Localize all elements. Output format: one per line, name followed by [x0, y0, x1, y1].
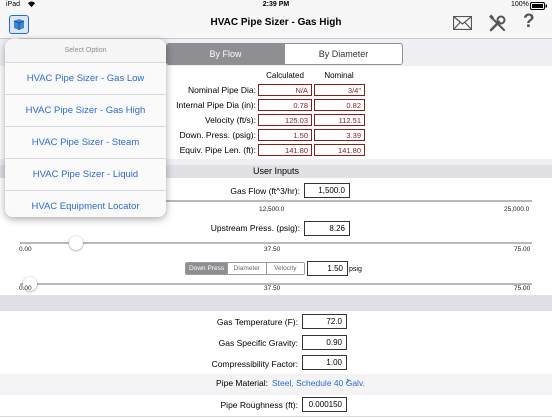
menu-item-equipment-locator[interactable]: HVAC Equipment Locator — [5, 190, 166, 217]
menu-item-gas-high[interactable]: HVAC Pipe Sizer - Gas High — [5, 94, 166, 126]
result-calculated: 0.78 — [258, 99, 312, 111]
menu-item-liquid[interactable]: HVAC Pipe Sizer - Liquid — [5, 158, 166, 190]
tools-icon — [489, 14, 506, 32]
result-calculated: N/A — [258, 84, 312, 96]
battery-label: 100% — [511, 1, 529, 8]
menu-item-steam[interactable]: HVAC Pipe Sizer - Steam — [5, 126, 166, 158]
gas-flow-label: Gas Flow (ft^3/hr): — [230, 186, 300, 196]
upstream-press-label: Upstream Press. (psig): — [210, 223, 300, 233]
gas-flow-tick: 25,000.0 — [504, 206, 530, 213]
tab-by-diameter[interactable]: By Diameter — [284, 44, 402, 64]
gas-flow-input[interactable]: 1,500.0 — [304, 183, 350, 198]
mode-segmented-control: By Flow By Diameter — [166, 43, 403, 65]
tab-by-flow[interactable]: By Flow — [167, 44, 284, 64]
result-nominal: 0.82 — [314, 99, 365, 111]
upstream-press-tick: 75.00 — [514, 246, 531, 253]
menu-item-gas-low[interactable]: HVAC Pipe Sizer - Gas Low — [5, 62, 166, 94]
status-bar: iPad 2:39 PM 100% — [0, 0, 552, 12]
solve-for-segmented-control: Down Press Diameter Velocity — [185, 262, 305, 275]
upstream-press-slider-track[interactable] — [20, 242, 532, 244]
calculated-header: Calculated — [266, 71, 304, 80]
upstream-press-tick: 37.50 — [264, 246, 281, 253]
pipe-roughness-label: Pipe Roughness (ft): — [220, 400, 298, 410]
status-time: 2:39 PM — [262, 1, 290, 8]
result-nominal: 3/4" — [314, 84, 365, 96]
compressibility-label: Compressibility Factor: — [211, 359, 298, 369]
compressibility-input[interactable]: 1.00 — [302, 355, 347, 370]
upstream-press-input[interactable]: 8.26 — [304, 221, 350, 236]
specific-gravity-input[interactable]: 0.90 — [302, 335, 347, 350]
upstream-press-tick: 0.00 — [19, 246, 32, 253]
specific-gravity-label: Gas Specific Gravity: — [218, 338, 298, 348]
tools-button[interactable] — [488, 14, 507, 38]
nominal-header: Nominal — [324, 71, 354, 80]
down-press-input[interactable]: 1.50 — [307, 261, 348, 276]
tab-down-press[interactable]: Down Press — [186, 263, 228, 274]
result-calculated: 1.50 — [258, 129, 312, 141]
down-press-unit: psig — [349, 266, 362, 273]
popover-header: Select Option — [64, 47, 107, 54]
gas-temperature-label: Gas Temperature (F): — [216, 317, 298, 327]
chevron-right-icon: › — [346, 375, 350, 387]
mail-icon — [452, 15, 473, 31]
result-nominal: 141.80 — [314, 144, 365, 156]
gas-flow-tick: 12,500.0 — [259, 206, 285, 213]
pipe-material-label: Pipe Material: — [216, 378, 268, 388]
mail-button[interactable] — [452, 15, 473, 35]
tab-velocity[interactable]: Velocity — [265, 263, 304, 274]
gas-temperature-input[interactable]: 72.0 — [302, 314, 347, 329]
properties-header — [0, 295, 552, 311]
result-nominal: 3.39 — [314, 129, 365, 141]
result-nominal: 112.51 — [314, 114, 365, 126]
pipe-material-value[interactable]: Steel, Schedule 40 Galv. — [272, 378, 365, 388]
pipe-roughness-input[interactable]: 0.000150 — [302, 397, 347, 412]
tab-diameter[interactable]: Diameter — [227, 263, 266, 274]
result-calculated: 141.80 — [258, 144, 312, 156]
help-icon: ? — [523, 11, 535, 32]
select-option-popover: Select Option HVAC Pipe Sizer - Gas Low … — [5, 39, 166, 217]
help-button[interactable]: ? — [523, 11, 535, 33]
down-press-tick: 0.00 — [19, 285, 32, 292]
down-press-tick: 75.00 — [514, 285, 531, 292]
result-calculated: 125.03 — [258, 114, 312, 126]
down-press-tick: 37.50 — [264, 285, 281, 292]
